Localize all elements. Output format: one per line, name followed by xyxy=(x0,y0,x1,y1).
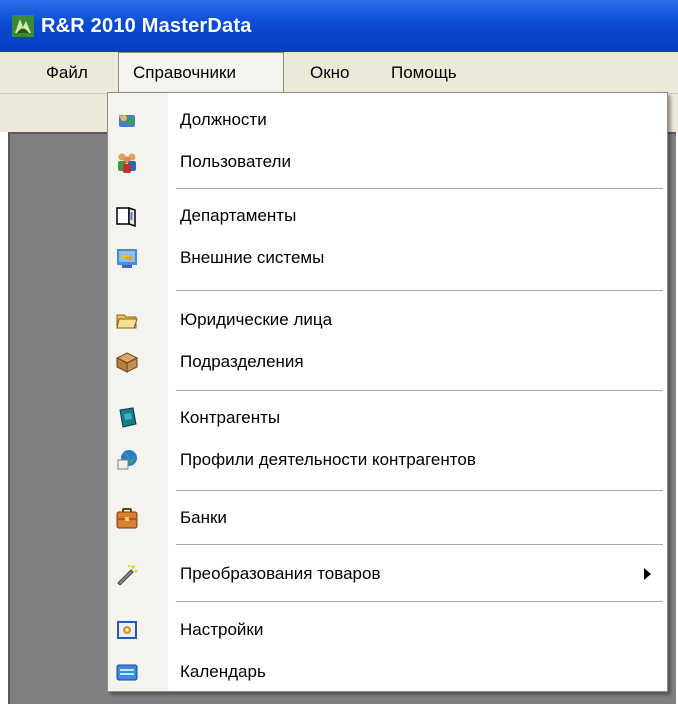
submenu-arrow-icon xyxy=(644,568,651,580)
users-icon xyxy=(118,153,136,173)
menu-item-subdivisions[interactable]: Подразделения xyxy=(108,341,667,383)
departments-icon xyxy=(116,206,136,227)
menu-item-label: Должности xyxy=(180,110,267,129)
menu-help[interactable]: Помощь xyxy=(381,52,467,94)
menu-item-contractor-profiles[interactable]: Профили деятельности контрагентов xyxy=(108,439,667,481)
menu-item-label: Контрагенты xyxy=(180,408,281,427)
directories-dropdown: Должности Пользователи Департаменты Внеш… xyxy=(107,92,668,692)
subdivisions-icon xyxy=(116,352,138,373)
app-icon xyxy=(12,15,34,37)
menu-item-label: Департаменты xyxy=(180,206,297,225)
menu-item-label: Внешние системы xyxy=(180,248,325,267)
goods-transform-icon xyxy=(117,564,138,585)
menu-item-banks[interactable]: Банки xyxy=(108,497,667,539)
menu-item-calendar[interactable]: Календарь xyxy=(108,651,667,693)
menu-item-label: Пользователи xyxy=(180,152,291,171)
menu-item-label: Преобразования товаров xyxy=(180,564,381,583)
calendar-icon xyxy=(116,664,138,681)
menu-item-label: Банки xyxy=(180,508,227,527)
menu-item-goods-transform[interactable]: Преобразования товаров xyxy=(108,553,667,595)
menu-separator xyxy=(176,188,663,190)
menu-bar: Файл Справочники Окно Помощь xyxy=(0,52,678,94)
title-bar[interactable]: R&R 2010 MasterData xyxy=(0,0,678,52)
positions-icon xyxy=(118,113,135,127)
menu-item-legal-entities[interactable]: Юридические лица xyxy=(108,299,667,341)
menu-separator xyxy=(176,490,663,492)
contractors-icon xyxy=(119,407,137,428)
external-systems-icon xyxy=(117,249,137,268)
menu-item-users[interactable]: Пользователи xyxy=(108,141,667,183)
menu-window[interactable]: Окно xyxy=(300,52,360,94)
menu-separator xyxy=(176,544,663,546)
menu-directories[interactable]: Справочники xyxy=(118,52,284,94)
menu-item-contractors[interactable]: Контрагенты xyxy=(108,397,667,439)
menu-item-label: Профили деятельности контрагентов xyxy=(180,450,476,469)
menu-separator xyxy=(176,290,663,292)
menu-item-positions[interactable]: Должности xyxy=(108,99,667,141)
menu-item-label: Юридические лица xyxy=(180,310,333,329)
menu-item-label: Подразделения xyxy=(180,352,304,371)
menu-item-settings[interactable]: Настройки xyxy=(108,609,667,651)
menu-item-external-systems[interactable]: Внешние системы xyxy=(108,237,667,279)
menu-item-departments[interactable]: Департаменты xyxy=(108,195,667,237)
legal-entities-icon xyxy=(116,314,138,329)
menu-file[interactable]: Файл xyxy=(36,52,98,94)
menu-separator xyxy=(176,390,663,392)
window-title: R&R 2010 MasterData xyxy=(41,14,252,37)
contractor-profiles-icon xyxy=(117,450,137,470)
menu-separator xyxy=(176,601,663,603)
banks-icon xyxy=(116,508,138,529)
menu-item-label: Настройки xyxy=(180,620,264,639)
menu-item-label: Календарь xyxy=(180,662,266,681)
settings-icon xyxy=(117,621,137,639)
